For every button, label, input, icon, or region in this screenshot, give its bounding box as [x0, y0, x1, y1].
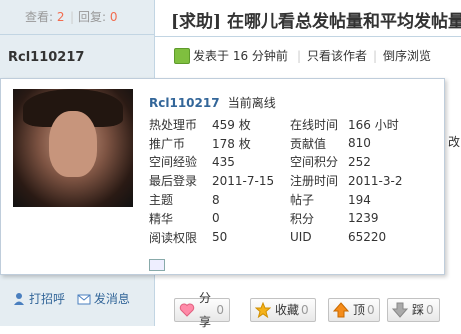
reverse-order-link[interactable]: 倒序浏览 — [383, 44, 431, 68]
favorite-button[interactable]: 收藏 0 — [250, 298, 316, 322]
profile-info-row: 阅读权限 50 UID 65220 — [149, 228, 402, 247]
profile-field-value: 50 — [212, 230, 228, 245]
upvote-button[interactable]: 顶 0 — [328, 298, 380, 322]
send-message-link[interactable]: 发消息 — [77, 290, 130, 307]
only-author-link[interactable]: 只看该作者 — [307, 44, 367, 68]
profile-field-label: 精华 — [149, 211, 174, 226]
post-time: 发表于 16 分钟前 — [193, 49, 288, 63]
online-status-icon — [174, 48, 190, 64]
profile-field-value: 252 — [348, 154, 371, 169]
downvote-count: 0 — [426, 303, 434, 317]
star-icon — [254, 301, 272, 319]
greet-link[interactable]: 打招呼 — [12, 290, 65, 307]
vcard-icon[interactable] — [149, 259, 165, 271]
greet-label: 打招呼 — [29, 292, 66, 306]
profile-info-row: 空间经验 435 空间积分 252 — [149, 153, 402, 172]
share-count: 0 — [216, 303, 224, 317]
author-name[interactable]: Rcl110217 — [8, 50, 84, 65]
profile-field-label: 热处理币 — [149, 117, 198, 132]
replies-label: 回复: — [78, 10, 107, 24]
profile-field-value: 178 枚 — [212, 136, 251, 151]
avatar[interactable] — [13, 89, 133, 207]
profile-field-value: 166 小时 — [348, 117, 399, 132]
downvote-label: 踩 — [412, 303, 425, 317]
replies-count: 0 — [109, 10, 118, 24]
avatar-face — [49, 111, 97, 177]
thread-header: [求助] 在哪儿看总发帖量和平均发帖量 — [155, 0, 461, 37]
upvote-count: 0 — [367, 303, 375, 317]
profile-name-link[interactable]: Rcl110217 — [149, 96, 220, 110]
profile-field-value: 65220 — [348, 230, 387, 245]
author-actions: 打招呼 发消息 — [12, 290, 138, 309]
profile-field-value: 435 — [212, 154, 235, 169]
views-stat: 查看: 2 — [25, 0, 65, 34]
profile-field-value: 2011-3-2 — [348, 173, 403, 188]
stats-separator: | — [70, 10, 75, 24]
downvote-button[interactable]: 踩 0 — [387, 298, 440, 322]
profile-field-label: 积分 — [290, 211, 315, 226]
profile-info-row: 最后登录 2011-7-15 注册时间 2011-3-2 — [149, 171, 402, 190]
profile-field-label: 空间积分 — [290, 155, 339, 170]
profile-field-label: 推广币 — [149, 136, 186, 151]
profile-field-label: 空间经验 — [149, 155, 198, 170]
thread-title: [求助] 在哪儿看总发帖量和平均发帖量 — [171, 12, 461, 32]
profile-field-label: 最后登录 — [149, 174, 198, 189]
online-status: 当前离线 — [227, 96, 276, 110]
profile-info-table: 热处理币 459 枚 在线时间 166 小时推广币 178 枚 贡献值 810 空间经验 435… — [149, 115, 402, 247]
profile-field-value: 1239 — [348, 211, 379, 226]
profile-field-value: 810 — [348, 136, 371, 151]
profile-info-row: 推广币 178 枚 贡献值 810 — [149, 134, 402, 153]
views-count: 2 — [56, 10, 65, 24]
meta-separator: | — [373, 49, 378, 63]
user-profile-card: Rcl110217 当前离线 热处理币 459 枚 在线时间 166 小时推广币 178… — [0, 78, 445, 275]
arrow-down-icon — [391, 302, 409, 318]
profile-field-value[interactable]: 194 — [348, 190, 402, 209]
post-body-text: 改 — [448, 135, 461, 149]
profile-username: Rcl110217 当前离线 — [149, 94, 276, 111]
profile-field-value: 0 — [212, 211, 220, 226]
profile-field-label: 贡献值 — [290, 136, 327, 151]
upvote-label: 顶 — [353, 303, 366, 317]
profile-field-value[interactable]: 8 — [212, 190, 290, 209]
replies-stat: 回复: 0 — [78, 0, 118, 34]
profile-field-label: 帖子 — [290, 193, 315, 208]
favorite-label: 收藏 — [275, 303, 300, 317]
share-button[interactable]: 分享 0 — [174, 291, 230, 329]
message-icon — [77, 292, 91, 306]
post-meta: 发表于 16 分钟前 | 只看该作者 | 倒序浏览 — [155, 44, 461, 68]
profile-field-label: 阅读权限 — [149, 230, 198, 245]
thread-stats: 查看: 2 | 回复: 0 — [0, 0, 154, 35]
profile-field-label: 在线时间 — [290, 117, 339, 132]
profile-info-row: 精华 0 积分 1239 — [149, 209, 402, 228]
greet-icon — [12, 292, 26, 306]
profile-field-value: 459 枚 — [212, 117, 251, 132]
profile-info-row: 热处理币 459 枚 在线时间 166 小时 — [149, 115, 402, 134]
share-label: 分享 — [199, 291, 212, 329]
message-label: 发消息 — [93, 292, 130, 306]
heart-icon — [179, 302, 195, 318]
profile-field-label: 主题 — [149, 193, 174, 208]
profile-info-row: 主题 8 帖子 194 — [149, 190, 402, 209]
profile-field-value: 2011-7-15 — [212, 173, 275, 188]
views-label: 查看: — [25, 10, 54, 24]
profile-field-label: UID — [290, 230, 312, 245]
favorite-count: 0 — [301, 303, 309, 317]
meta-separator: | — [297, 49, 302, 63]
arrow-up-icon — [332, 302, 350, 318]
profile-field-label: 注册时间 — [290, 174, 339, 189]
